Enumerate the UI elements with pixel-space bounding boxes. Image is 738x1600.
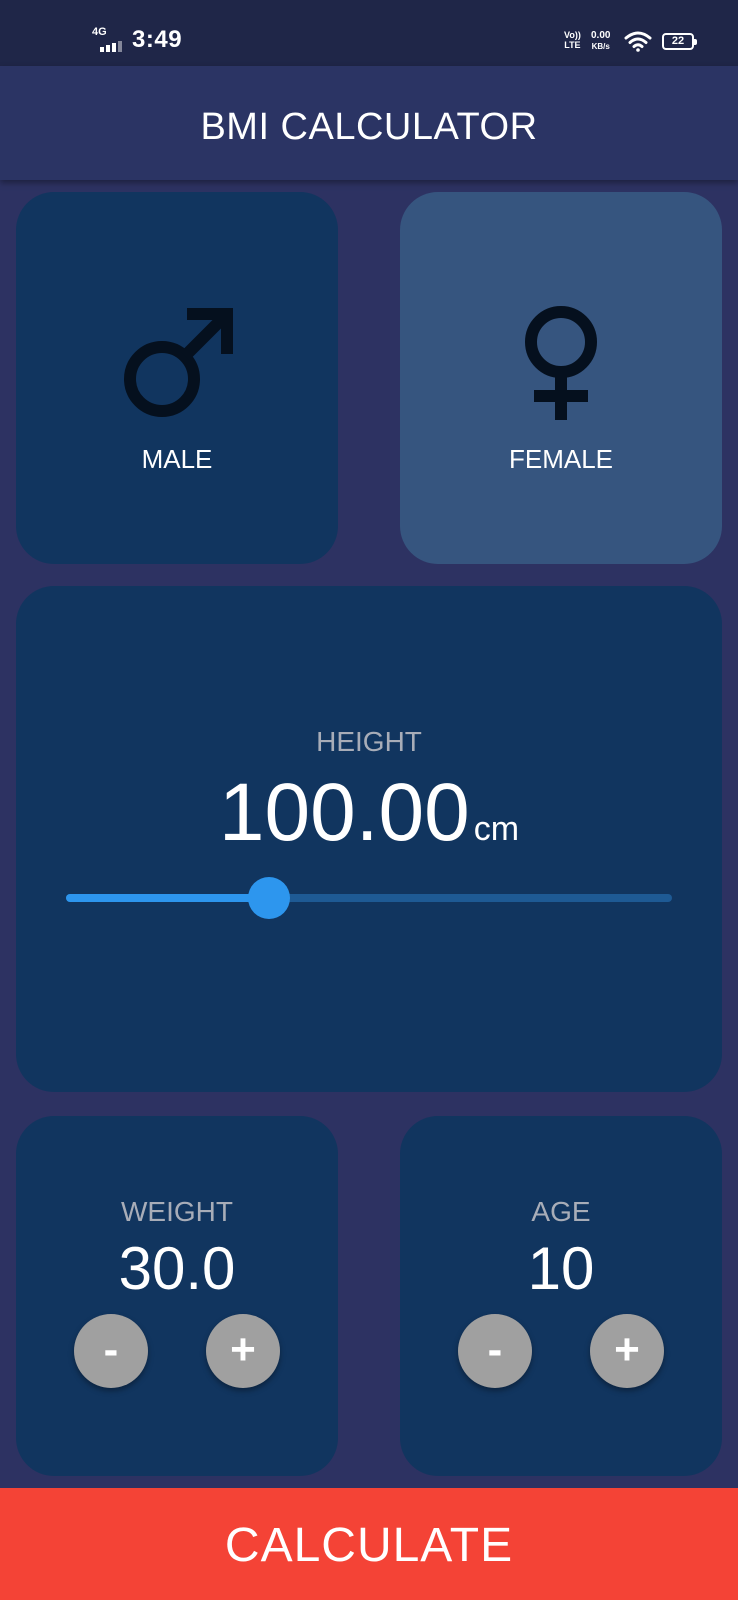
volte-indicator: Vo)) LTE: [564, 30, 581, 50]
app-title: BMI CALCULATOR: [200, 106, 538, 148]
male-symbol-icon: [124, 308, 233, 417]
battery-icon: 22: [662, 33, 697, 50]
female-symbol-icon: [525, 306, 597, 420]
female-card[interactable]: FEMALE: [400, 192, 722, 564]
age-decrement-button[interactable]: -: [458, 1314, 532, 1388]
height-slider-fill: [66, 894, 269, 902]
weight-value: 30.0: [118, 1235, 236, 1302]
height-slider[interactable]: [66, 877, 672, 919]
age-card: AGE 10 - +: [400, 1116, 722, 1476]
male-card[interactable]: MALE: [16, 192, 338, 564]
height-readout: 100.00 cm: [16, 772, 722, 854]
status-time: 3:49: [132, 26, 183, 53]
height-slider-thumb[interactable]: [248, 877, 290, 919]
height-card: HEIGHT 100.00 cm: [16, 586, 722, 1092]
calculate-label: CALCULATE: [224, 1519, 514, 1572]
age-label: AGE: [531, 1196, 591, 1227]
signal-icon: 4G: [92, 26, 122, 52]
male-label: MALE: [141, 444, 213, 474]
age-value: 10: [527, 1235, 595, 1302]
weight-card: WEIGHT 30.0 - +: [16, 1116, 338, 1476]
volte-bottom-label: LTE: [564, 40, 581, 50]
status-bar: 4G 3:49 Vo)) LTE 0.00 KB/s 22: [0, 0, 738, 66]
network-speed-unit: KB/s: [591, 42, 610, 51]
age-increment-button[interactable]: +: [590, 1314, 664, 1388]
network-speed: 0.00 KB/s: [591, 30, 610, 52]
volte-top-label: Vo)): [564, 30, 581, 40]
wifi-icon: [624, 31, 652, 52]
weight-decrement-button[interactable]: -: [74, 1314, 148, 1388]
network-speed-value: 0.00: [591, 30, 611, 41]
female-label: FEMALE: [508, 444, 614, 474]
app-bar: BMI CALCULATOR: [0, 66, 738, 180]
weight-label: WEIGHT: [121, 1196, 233, 1227]
weight-increment-button[interactable]: +: [206, 1314, 280, 1388]
network-type-label: 4G: [92, 26, 107, 38]
calculate-button[interactable]: CALCULATE: [0, 1488, 738, 1600]
height-value: 100.00: [218, 767, 470, 858]
battery-level: 22: [671, 35, 685, 47]
height-unit: cm: [473, 810, 520, 848]
height-label: HEIGHT: [316, 726, 422, 757]
